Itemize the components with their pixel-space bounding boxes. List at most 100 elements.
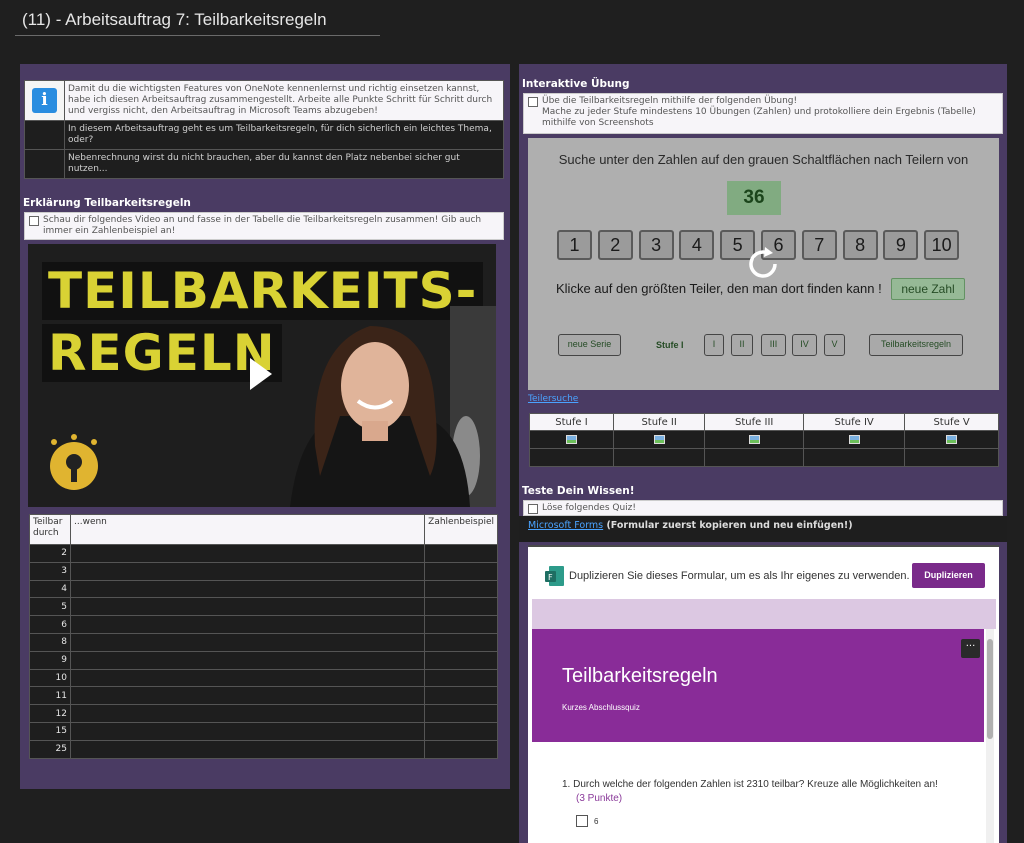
rule-example-cell[interactable] [424,579,498,599]
uebung-task[interactable]: Übe die Teilbarkeitsregeln mithilfe der … [523,93,1003,134]
rule-example-cell[interactable] [424,721,498,741]
empty-cell[interactable] [529,448,614,467]
screenshot-cell[interactable] [803,430,906,449]
rule-when-cell[interactable] [69,739,426,759]
forms-link[interactable]: Microsoft Forms [528,520,603,531]
rules-table: Teilbar durch ...wenn Zahlenbeispiel 234… [29,514,498,759]
rule-example-cell[interactable] [424,544,498,563]
forms-topbar: F Duplizieren Sie dieses Formular, um es… [528,545,999,599]
right-container: Interaktive Übung Übe die Teilbarkeitsre… [519,64,1007,843]
table-row: 12 [29,704,498,723]
info-icon: i [32,88,57,113]
rule-divisor: 9 [29,650,71,670]
presenter-image [290,306,496,507]
forms-question-1: 1. Durch welche der folgenden Zahlen ist… [562,779,938,790]
rule-example-cell[interactable] [424,650,498,670]
erklaerung-task[interactable]: Schau dir folgendes Video an und fasse i… [24,212,504,240]
stufe-header: Stufe II [612,413,706,431]
uebung-heading: Interaktive Übung [522,78,630,90]
rule-divisor: 15 [29,721,71,741]
title-divider [15,35,380,36]
uebung-task-line1: Übe die Teilbarkeitsregeln mithilfe der … [542,96,798,106]
rule-when-cell[interactable] [69,721,426,741]
task-checkbox[interactable] [528,97,538,107]
info-empty-cell [24,149,65,179]
svg-text:F: F [548,573,553,582]
image-icon[interactable] [848,434,860,444]
forms-link-row: Microsoft Forms (Formular zuerst kopiere… [519,516,1007,542]
rule-example-cell[interactable] [424,686,498,706]
rule-example-cell[interactable] [424,704,498,723]
screenshot-cell[interactable] [612,430,706,449]
rule-example-cell[interactable] [424,739,498,759]
reload-icon[interactable] [745,246,781,282]
table-row: 15 [29,721,498,741]
rule-when-cell[interactable] [69,650,426,670]
table-row: 10 [29,668,498,688]
forms-question-points: (3 Punkte) [576,793,623,804]
divisor-game[interactable]: Suche unter den Zahlen auf den grauen Sc… [528,138,999,390]
rule-divisor: 5 [29,597,71,617]
rule-divisor: 12 [29,704,71,723]
info-text-2[interactable]: In diesem Arbeitsauftrag geht es um Teil… [64,120,504,150]
info-text-1[interactable]: Damit du die wichtigsten Features von On… [64,80,504,121]
channel-logo [50,434,98,490]
forms-scroll-thumb[interactable] [987,639,993,739]
empty-cell[interactable] [803,448,906,467]
screenshot-cell[interactable] [529,430,614,449]
image-icon[interactable] [565,434,577,444]
screenshot-cell[interactable] [704,430,805,449]
more-options-button[interactable]: ··· [961,639,980,658]
forms-scrollbar[interactable] [986,629,994,843]
forms-option-checkbox[interactable] [576,815,588,827]
rule-when-cell[interactable] [69,632,426,652]
empty-cell[interactable] [704,448,805,467]
empty-cell[interactable] [612,448,706,467]
play-icon[interactable] [250,358,272,390]
task-checkbox[interactable] [528,504,538,514]
rule-when-cell[interactable] [69,704,426,723]
image-icon[interactable] [946,434,958,444]
rule-when-cell[interactable] [69,561,426,581]
screenshot-cell[interactable] [904,430,999,449]
info-table: i Damit du die wichtigsten Features von … [24,80,504,179]
table-row: Stufe I Stufe II Stufe III Stufe IV Stufe V [529,413,999,431]
uebung-task-line2: Mache zu jeder Stufe mindestens 10 Übung… [542,107,976,128]
rule-example-cell[interactable] [424,561,498,581]
rule-when-cell[interactable] [69,544,426,563]
rule-when-cell[interactable] [69,615,426,634]
rule-when-cell[interactable] [69,579,426,599]
empty-cell[interactable] [904,448,999,467]
video-player[interactable]: TEILBARKEITS- REGELN [28,244,496,507]
quiz-heading: Teste Dein Wissen! [522,485,635,497]
rule-example-cell[interactable] [424,668,498,688]
rule-when-cell[interactable] [69,597,426,617]
duplicate-text: Duplizieren Sie dieses Formular, um es a… [569,570,910,582]
rule-example-cell[interactable] [424,632,498,652]
stufe-header: Stufe III [704,413,805,431]
rule-when-cell[interactable] [69,668,426,688]
table-row: 2 [29,544,498,563]
stufen-table: Stufe I Stufe II Stufe III Stufe IV Stufe V [529,413,999,467]
info-text-3[interactable]: Nebenrechnung wirst du nicht brauchen, a… [64,149,504,179]
teilersuche-link[interactable]: Teilersuche [528,394,578,404]
rule-when-cell[interactable] [69,686,426,706]
table-row: 6 [29,615,498,634]
forms-header: Teilbarkeitsregeln Kurzes Abschlussquiz … [532,629,984,742]
image-icon[interactable] [748,434,760,444]
rule-example-cell[interactable] [424,597,498,617]
image-icon[interactable] [653,434,665,444]
forms-logo-icon: F [545,566,564,586]
table-row: 4 [29,579,498,599]
table-row [529,430,999,449]
forms-embed[interactable]: F Duplizieren Sie dieses Formular, um es… [528,545,999,843]
page-title: (11) - Arbeitsauftrag 7: Teilbarkeitsreg… [22,10,327,29]
task-checkbox[interactable] [29,216,39,226]
duplicate-button[interactable]: Duplizieren [912,563,985,588]
forms-link-note: (Formular zuerst kopieren und neu einfüg… [603,520,853,531]
rule-example-cell[interactable] [424,615,498,634]
quiz-task[interactable]: Löse folgendes Quiz! [523,500,1003,516]
rule-divisor: 11 [29,686,71,706]
rule-divisor: 25 [29,739,71,759]
rule-divisor: 2 [29,544,71,563]
